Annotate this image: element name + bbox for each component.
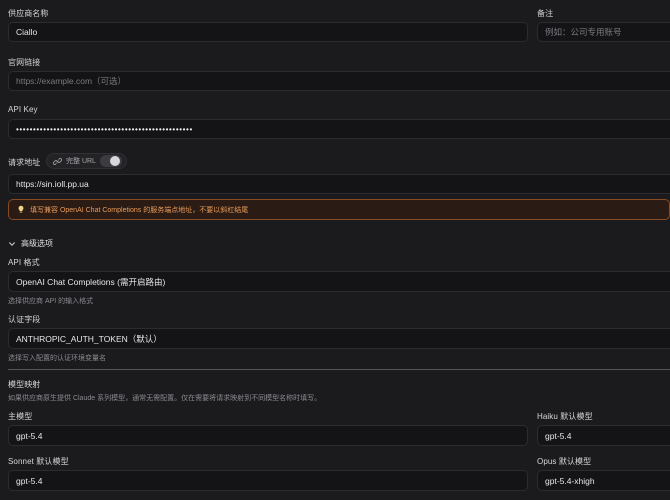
endpoint-warning: 填写兼容 OpenAI Chat Completions 的服务端点地址，不要以…	[8, 199, 670, 220]
sonnet-model-input[interactable]: gpt-5.4	[8, 470, 528, 491]
full-url-label: 完整 URL	[66, 158, 96, 165]
note-label: 备注	[537, 9, 554, 18]
endpoint-label: 请求地址	[8, 158, 41, 167]
api-format-label: API 格式	[8, 258, 40, 267]
full-url-toggle[interactable]: 完整 URL	[46, 153, 127, 169]
link-icon	[53, 157, 62, 166]
model-mapping-title: 模型映射	[8, 380, 41, 389]
auth-field-label: 认证字段	[8, 315, 41, 324]
endpoint-value: https://sin.ioll.pp.ua	[16, 179, 89, 189]
lightbulb-icon	[17, 205, 25, 214]
api-format-hint: 选择供应商 API 的输入格式	[8, 298, 94, 305]
full-url-switch[interactable]	[99, 155, 122, 167]
main-model-input[interactable]: gpt-5.4	[8, 425, 528, 446]
haiku-model-label: Haiku 默认模型	[537, 412, 593, 421]
provider-name-value: Ciallo	[16, 27, 38, 37]
website-placeholder: https://example.com（可选）	[16, 76, 127, 86]
model-mapping-description: 如果供应商原生提供 Claude 系列模型，通常无需配置。仅在需要将请求映射到不…	[8, 395, 322, 402]
note-input[interactable]: 例如：公司专用账号	[537, 22, 670, 42]
endpoint-warning-text: 填写兼容 OpenAI Chat Completions 的服务端点地址，不要以…	[30, 206, 249, 214]
api-format-value: OpenAI Chat Completions (需开启路由)	[16, 276, 166, 287]
auth-field-hint: 选择写入配置的认证环境变量名	[8, 355, 106, 362]
section-divider	[8, 369, 670, 370]
website-input[interactable]: https://example.com（可选）	[8, 71, 670, 91]
endpoint-input[interactable]: https://sin.ioll.pp.ua	[8, 174, 670, 194]
api-key-masked-value: ••••••••••••••••••••••••••••••••••••••••…	[16, 124, 193, 134]
api-format-select[interactable]: OpenAI Chat Completions (需开启路由)	[8, 271, 670, 292]
api-key-input[interactable]: ••••••••••••••••••••••••••••••••••••••••…	[8, 119, 670, 139]
haiku-model-value: gpt-5.4	[545, 430, 572, 441]
opus-model-label: Opus 默认模型	[537, 457, 592, 466]
opus-model-input[interactable]: gpt-5.4-xhigh	[537, 470, 670, 491]
sonnet-model-value: gpt-5.4	[16, 475, 43, 486]
sonnet-model-label: Sonnet 默认模型	[8, 457, 69, 466]
auth-field-value: ANTHROPIC_AUTH_TOKEN（默认）	[16, 333, 162, 344]
api-key-label: API Key	[8, 105, 38, 114]
note-placeholder: 例如：公司专用账号	[545, 27, 622, 37]
main-model-label: 主模型	[8, 412, 33, 421]
haiku-model-input[interactable]: gpt-5.4	[537, 425, 670, 446]
provider-name-input[interactable]: Ciallo	[8, 22, 528, 42]
opus-model-value: gpt-5.4-xhigh	[545, 475, 595, 486]
chevron-down-icon	[8, 240, 16, 248]
provider-name-label: 供应商名称	[8, 9, 49, 18]
advanced-title: 高级选项	[21, 239, 53, 248]
main-model-value: gpt-5.4	[16, 430, 43, 441]
website-label: 官网链接	[8, 58, 41, 67]
auth-field-select[interactable]: ANTHROPIC_AUTH_TOKEN（默认）	[8, 328, 670, 349]
advanced-toggle[interactable]: 高级选项	[8, 238, 53, 249]
